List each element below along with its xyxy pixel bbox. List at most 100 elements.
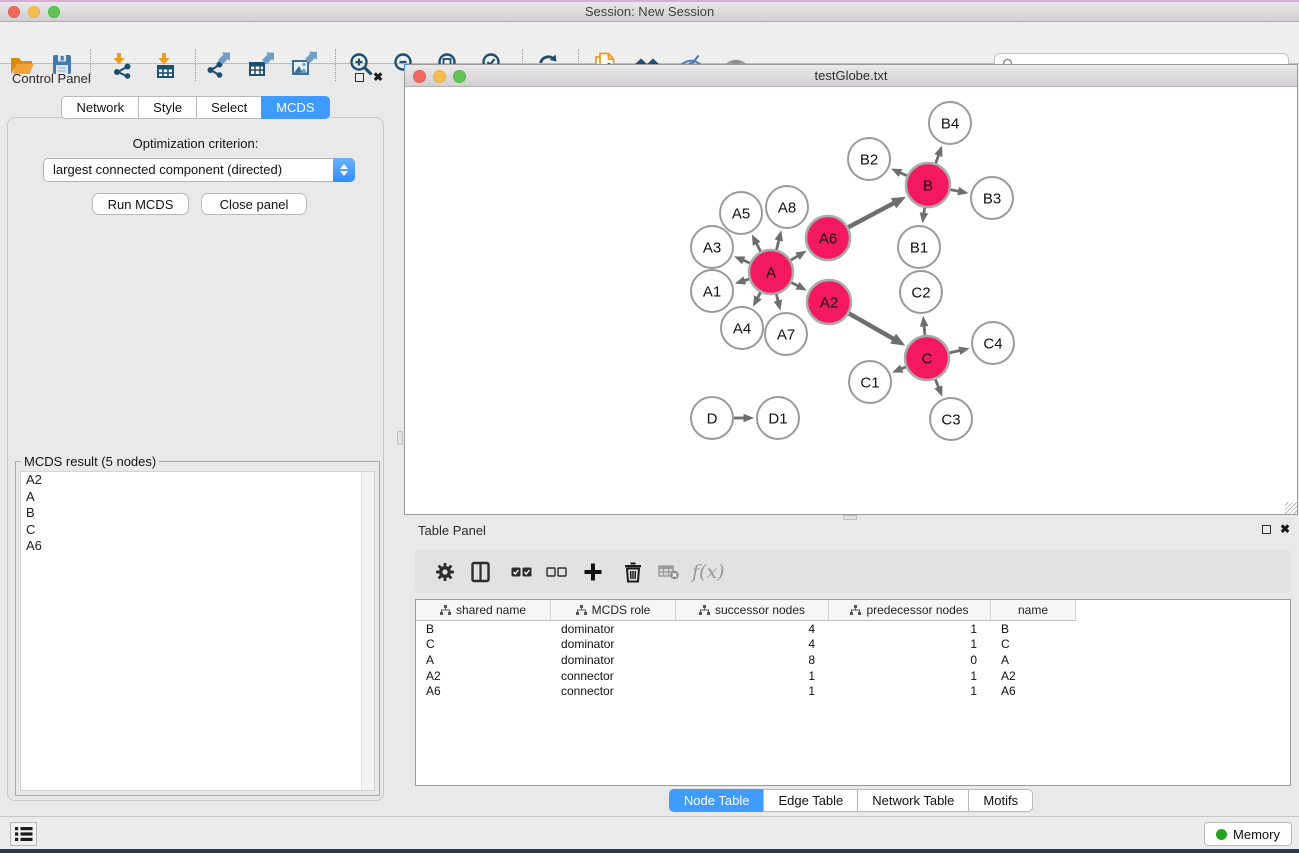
cell-predecessor-nodes[interactable]: 1	[829, 669, 991, 683]
graph-edge-A-A7[interactable]	[776, 294, 778, 301]
network-canvas[interactable]: B4B2BB3A5A8A6B1A3AC2A1A2A4A7C4CC1C3DD1	[405, 88, 1297, 514]
graph-node-C1[interactable]: C1	[849, 361, 891, 403]
graph-edge-A-A6[interactable]	[791, 256, 799, 261]
mcds-result-item[interactable]: A2	[21, 472, 374, 489]
column-header-shared-name[interactable]: shared name	[416, 600, 551, 621]
cell-successor-nodes[interactable]: 1	[676, 684, 829, 698]
cell-name[interactable]: C	[991, 637, 1076, 651]
graph-node-A[interactable]: A	[749, 250, 793, 294]
cell-shared-name[interactable]: C	[416, 637, 551, 651]
close-window-icon[interactable]	[8, 6, 20, 18]
unselect-all-columns-icon[interactable]	[546, 567, 567, 577]
cell-MCDS-role[interactable]: dominator	[551, 653, 676, 667]
cell-MCDS-role[interactable]: connector	[551, 669, 676, 683]
cell-predecessor-nodes[interactable]: 1	[829, 684, 991, 698]
column-header-MCDS-role[interactable]: MCDS role	[551, 600, 676, 621]
tab-node-table[interactable]: Node Table	[669, 789, 765, 812]
select-all-columns-icon[interactable]	[511, 567, 532, 577]
mcds-result-item[interactable]: A6	[21, 538, 374, 555]
graph-edge-C-C4[interactable]	[949, 350, 960, 352]
graph-edge-C-C2[interactable]	[924, 325, 925, 335]
float-panel-icon[interactable]	[355, 73, 364, 82]
close-panel-button[interactable]: Close panel	[201, 193, 307, 215]
cell-successor-nodes[interactable]: 1	[676, 669, 829, 683]
graph-edge-A-A5[interactable]	[756, 243, 760, 252]
cell-predecessor-nodes[interactable]: 1	[829, 637, 991, 651]
table-row[interactable]: A2connector11A2	[416, 668, 1290, 684]
cell-name[interactable]: A6	[991, 684, 1076, 698]
graph-node-A1[interactable]: A1	[691, 270, 733, 312]
cell-MCDS-role[interactable]: connector	[551, 684, 676, 698]
column-header-predecessor-nodes[interactable]: predecessor nodes	[829, 600, 991, 621]
tab-edge-table[interactable]: Edge Table	[763, 789, 858, 812]
graph-edge-A6-B[interactable]	[848, 203, 894, 227]
graph-node-B[interactable]: B	[906, 163, 950, 207]
graph-node-A4[interactable]: A4	[721, 307, 763, 349]
network-minimize-icon[interactable]	[433, 70, 446, 83]
graph-edge-A-A8[interactable]	[776, 240, 778, 250]
cell-predecessor-nodes[interactable]: 1	[829, 622, 991, 636]
graph-node-B2[interactable]: B2	[848, 138, 890, 180]
network-maximize-icon[interactable]	[453, 70, 466, 83]
result-list-scrollbar[interactable]	[361, 472, 374, 790]
mcds-result-item[interactable]: A	[21, 489, 374, 506]
graph-node-B3[interactable]: B3	[971, 177, 1013, 219]
maximize-window-icon[interactable]	[48, 6, 60, 18]
delete-table-icon[interactable]	[658, 564, 680, 580]
graph-node-A2[interactable]: A2	[807, 280, 851, 324]
column-header-successor-nodes[interactable]: successor nodes	[676, 600, 829, 621]
cell-MCDS-role[interactable]: dominator	[551, 637, 676, 651]
cell-predecessor-nodes[interactable]: 0	[829, 653, 991, 667]
graph-node-A5[interactable]: A5	[720, 192, 762, 234]
graph-node-C2[interactable]: C2	[900, 271, 942, 313]
close-table-panel-icon[interactable]: ✖	[1280, 524, 1290, 534]
memory-button[interactable]: Memory	[1204, 822, 1292, 846]
create-column-icon[interactable]	[583, 562, 603, 582]
mcds-result-item[interactable]: C	[21, 522, 374, 539]
run-mcds-button[interactable]: Run MCDS	[92, 193, 189, 215]
graph-node-C4[interactable]: C4	[972, 322, 1014, 364]
cell-successor-nodes[interactable]: 8	[676, 653, 829, 667]
graph-node-C3[interactable]: C3	[930, 398, 972, 440]
tab-network-table[interactable]: Network Table	[857, 789, 969, 812]
graph-node-A7[interactable]: A7	[765, 313, 807, 355]
cell-shared-name[interactable]: A6	[416, 684, 551, 698]
cell-shared-name[interactable]: A2	[416, 669, 551, 683]
graph-node-C[interactable]: C	[905, 336, 949, 380]
tab-style[interactable]: Style	[138, 96, 197, 119]
mcds-result-item[interactable]: B	[21, 505, 374, 522]
graph-edge-C-C3[interactable]	[935, 379, 938, 387]
cell-successor-nodes[interactable]: 4	[676, 622, 829, 636]
table-row[interactable]: A6connector11A6	[416, 683, 1290, 699]
divider-grip-left[interactable]	[397, 431, 403, 445]
cell-shared-name[interactable]: B	[416, 622, 551, 636]
float-table-panel-icon[interactable]	[1262, 525, 1271, 534]
task-history-button[interactable]	[10, 822, 37, 846]
table-row[interactable]: Bdominator41B	[416, 621, 1290, 637]
graph-edge-A-A3[interactable]	[743, 260, 750, 263]
frame-resize-handle[interactable]	[1285, 502, 1297, 514]
graph-node-A6[interactable]: A6	[806, 216, 850, 260]
cell-successor-nodes[interactable]: 4	[676, 637, 829, 651]
graph-edge-B-B2[interactable]	[900, 173, 907, 176]
tab-motifs[interactable]: Motifs	[968, 789, 1033, 812]
table-row[interactable]: Adominator80A	[416, 652, 1290, 668]
cell-MCDS-role[interactable]: dominator	[551, 622, 676, 636]
graph-node-A8[interactable]: A8	[766, 186, 808, 228]
tab-select[interactable]: Select	[196, 96, 262, 119]
show-columns-icon[interactable]	[471, 561, 490, 582]
delete-column-icon[interactable]	[624, 561, 642, 582]
minimize-window-icon[interactable]	[28, 6, 40, 18]
graph-node-B4[interactable]: B4	[929, 102, 971, 144]
network-close-icon[interactable]	[413, 70, 426, 83]
cell-name[interactable]: A2	[991, 669, 1076, 683]
graph-edge-B-B3[interactable]	[951, 190, 960, 192]
graph-edge-A-A2[interactable]	[791, 283, 798, 287]
table-settings-icon[interactable]	[435, 562, 455, 582]
column-header-name[interactable]: name	[991, 600, 1076, 621]
graph-edge-A2-C[interactable]	[849, 313, 894, 339]
cell-shared-name[interactable]: A	[416, 653, 551, 667]
cell-name[interactable]: A	[991, 653, 1076, 667]
cell-name[interactable]: B	[991, 622, 1076, 636]
function-builder-icon[interactable]: f(x)	[692, 561, 725, 583]
